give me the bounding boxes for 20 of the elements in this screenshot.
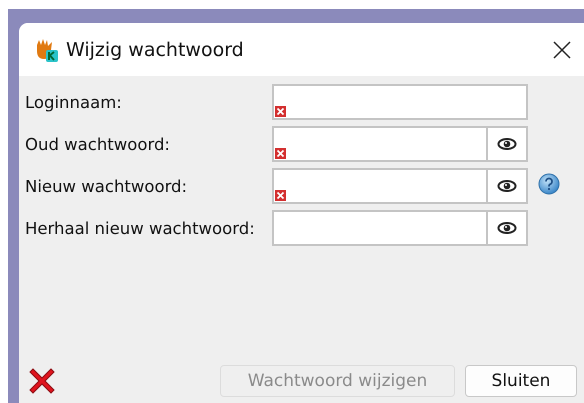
eye-icon [497,221,517,235]
show-password-button[interactable] [488,126,528,162]
close-icon [553,40,571,58]
password-field[interactable] [272,168,488,204]
cancel-icon [27,366,57,396]
field-label: Loginnaam: [24,92,123,112]
eye-icon [497,179,517,193]
password-field[interactable] [272,210,488,246]
eye-icon [497,137,517,151]
password-field[interactable] [272,126,488,162]
dialog-button[interactable]: Sluiten [465,365,577,397]
app-icon [34,36,60,62]
show-password-button[interactable] [488,210,528,246]
field-label: Oud wachtwoord: [24,134,171,154]
show-password-button[interactable] [488,168,528,204]
field-label: Nieuw wachtwoord: [24,176,188,196]
input-field[interactable] [272,84,528,120]
window-title: Wijzig wachtwoord [66,38,245,60]
help-icon[interactable] [538,173,560,195]
field-label: Herhaal nieuw wachtwoord: [24,218,256,238]
